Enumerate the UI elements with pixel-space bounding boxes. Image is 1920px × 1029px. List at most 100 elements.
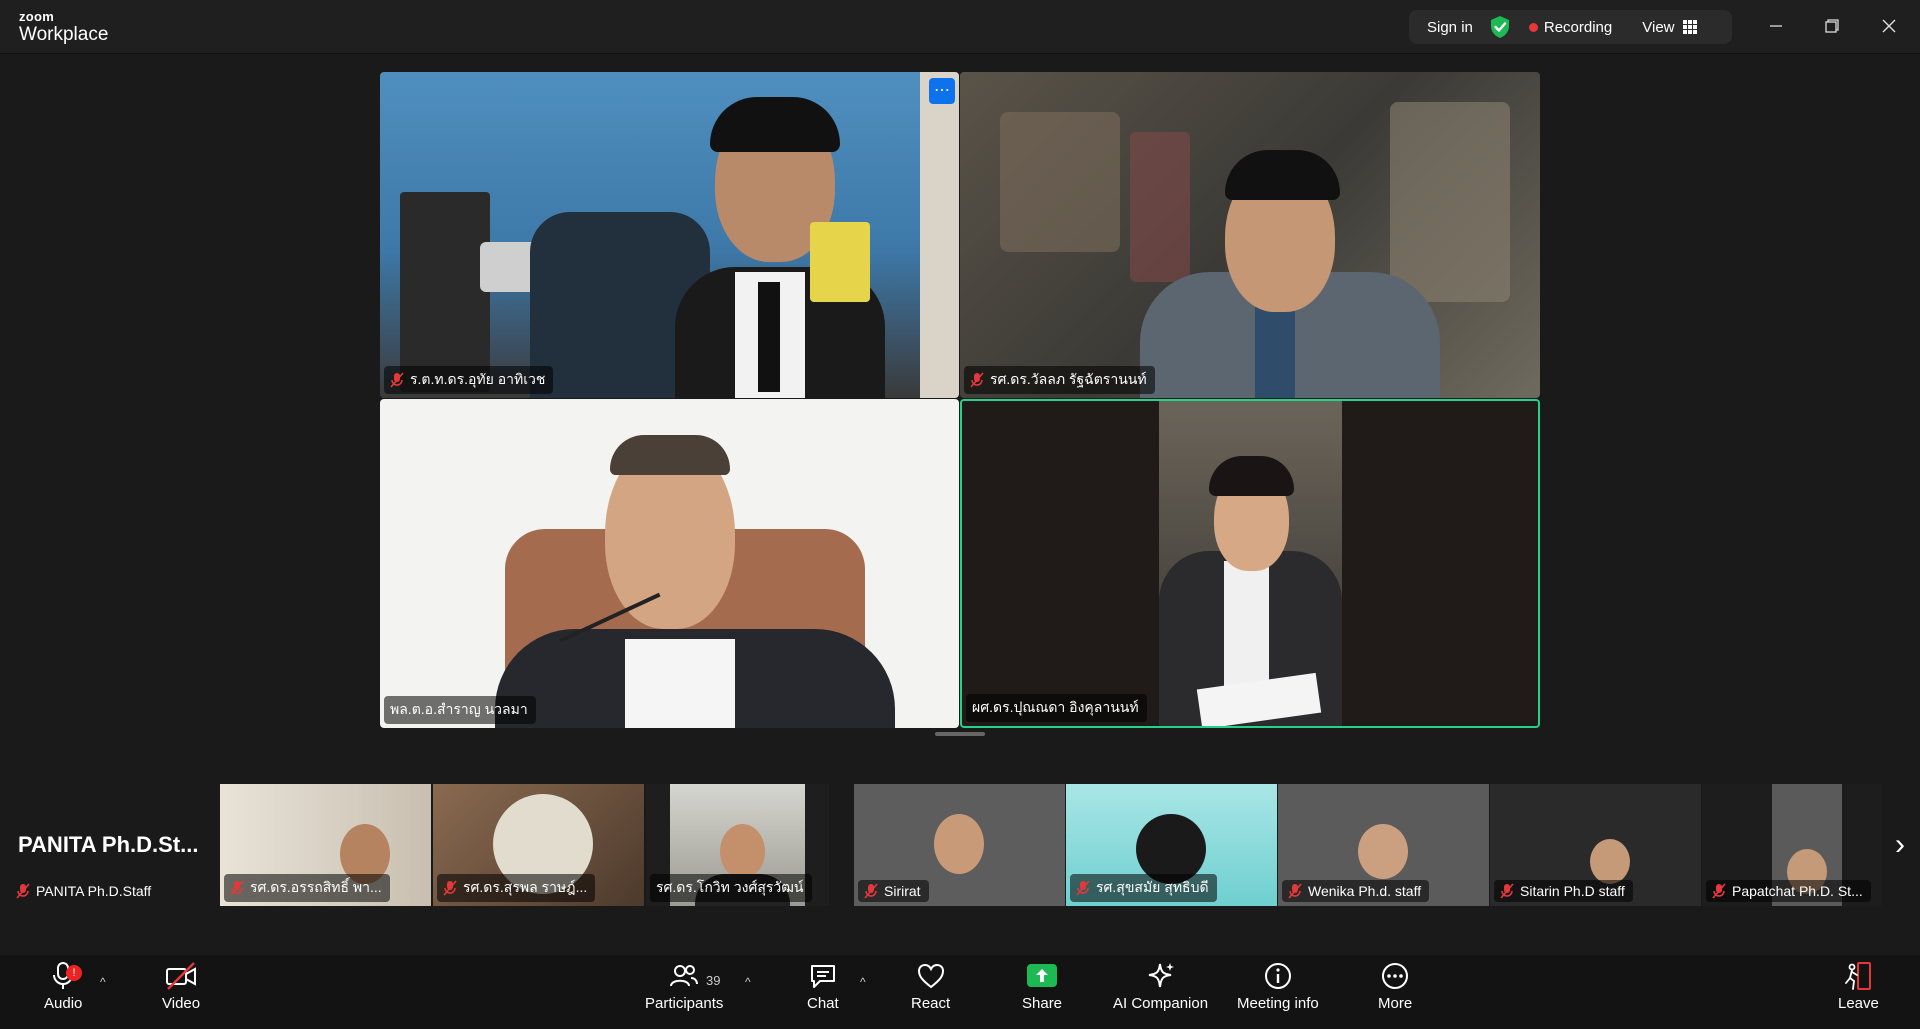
participant-name-chip: Papatchat Ph.D. St... bbox=[1706, 880, 1871, 902]
share-button[interactable]: Share bbox=[1022, 961, 1062, 1012]
chat-icon bbox=[810, 965, 835, 988]
participant-thumbnail[interactable]: Papatchat Ph.D. St... bbox=[1702, 784, 1882, 906]
participant-video bbox=[380, 72, 959, 398]
audio-alert-badge: ! bbox=[66, 965, 82, 981]
participant-video bbox=[1358, 824, 1408, 879]
video-label: Video bbox=[162, 995, 201, 1012]
audio-options-chevron-icon[interactable]: ^ bbox=[100, 975, 106, 989]
zoom-workplace-logo: zoom Workplace bbox=[19, 10, 108, 44]
muted-mic-icon bbox=[1712, 883, 1726, 899]
participant-name-chip: รศ.ดร.สุรพล ราษฎ์... bbox=[437, 874, 596, 902]
close-icon[interactable] bbox=[1875, 12, 1903, 40]
next-page-chevron-icon[interactable]: › bbox=[1888, 828, 1912, 862]
participant-video bbox=[1159, 401, 1342, 726]
view-button[interactable]: View bbox=[1642, 18, 1697, 36]
minimize-icon[interactable] bbox=[1762, 12, 1790, 40]
recording-label: Recording bbox=[1543, 18, 1613, 36]
muted-mic-icon bbox=[230, 880, 244, 896]
participant-name-chip: Sirirat bbox=[858, 880, 929, 902]
participant-name: Papatchat Ph.D. St... bbox=[1732, 883, 1863, 899]
more-options-icon[interactable]: ⋯ bbox=[929, 78, 955, 104]
sparkle-icon bbox=[1148, 963, 1174, 988]
video-button[interactable]: Video bbox=[162, 961, 200, 1012]
participant-name-chip: พล.ต.อ.สำราญ นวลมา bbox=[384, 696, 536, 724]
participant-video bbox=[1590, 839, 1630, 884]
muted-mic-icon bbox=[1288, 883, 1302, 899]
chat-options-chevron-icon[interactable]: ^ bbox=[860, 975, 866, 989]
participant-name-chip: ผศ.ดร.ปุณณดา อิงคุลานนท์ bbox=[966, 694, 1147, 722]
view-label: View bbox=[1642, 18, 1675, 36]
share-screen-icon bbox=[1027, 964, 1058, 987]
participant-thumbnail[interactable]: รศ.สุขสมัย สุทธิบดี bbox=[1066, 784, 1277, 906]
participant-name: ผศ.ดร.ปุณณดา อิงคุลานนท์ bbox=[972, 699, 1139, 715]
sign-in-button[interactable]: Sign in bbox=[1427, 19, 1473, 36]
muted-mic-icon bbox=[443, 880, 457, 896]
participant-thumbnail[interactable]: Sirirat bbox=[854, 784, 1065, 906]
leave-door-icon bbox=[1845, 962, 1872, 990]
participant-thumbnail[interactable]: Sitarin Ph.D staff bbox=[1490, 784, 1701, 906]
participant-name-chip: รศ.ดร.โกวิท วงศ์สุรวัฒน์ bbox=[650, 874, 812, 902]
self-view-card[interactable]: PANITA Ph.D.St... PANITA Ph.D.Staff bbox=[0, 784, 218, 906]
ai-companion-button[interactable]: AI Companion bbox=[1113, 961, 1208, 1012]
video-tile[interactable]: รศ.ดร.วัลลภ รัฐฉัตรานนท์ bbox=[960, 72, 1540, 398]
participant-name: รศ.ดร.วัลลภ รัฐฉัตรานนท์ bbox=[990, 371, 1147, 387]
ai-companion-label: AI Companion bbox=[1113, 995, 1209, 1012]
leave-label: Leave bbox=[1838, 995, 1879, 1012]
muted-mic-icon bbox=[1076, 880, 1090, 896]
participant-name: รศ.ดร.อรรถสิทธิ์ พา... bbox=[250, 879, 382, 895]
participants-count: 39 bbox=[706, 973, 721, 988]
participant-name-chip: ร.ต.ท.ดร.อุทัย อาทิเวช bbox=[384, 366, 554, 394]
participant-video bbox=[934, 814, 984, 874]
resize-handle[interactable] bbox=[935, 732, 985, 736]
share-label: Share bbox=[1022, 995, 1063, 1012]
more-label: More bbox=[1378, 995, 1413, 1012]
meeting-stage: ⋯ ร.ต.ท.ดร.อุทัย อาทิเวช รศ.ดร.วัลลภ รัฐ… bbox=[0, 55, 1920, 955]
muted-mic-icon bbox=[1500, 883, 1514, 899]
participant-strip: PANITA Ph.D.St... PANITA Ph.D.Staff รศ.ด… bbox=[0, 784, 1920, 906]
participant-name: รศ.สุขสมัย สุทธิบดี bbox=[1096, 879, 1209, 895]
participant-name: ร.ต.ท.ดร.อุทัย อาทิเวช bbox=[410, 371, 546, 387]
meeting-info-button[interactable]: Meeting info bbox=[1237, 961, 1319, 1012]
participants-options-chevron-icon[interactable]: ^ bbox=[745, 975, 751, 989]
participant-name-chip: Wenika Ph.d. staff bbox=[1282, 880, 1430, 902]
participants-label: Participants bbox=[645, 995, 724, 1012]
react-button[interactable]: React bbox=[911, 961, 950, 1012]
restore-icon[interactable] bbox=[1818, 12, 1846, 40]
chat-label: Chat bbox=[807, 995, 839, 1012]
participant-name: Wenika Ph.d. staff bbox=[1308, 883, 1422, 899]
muted-mic-icon bbox=[16, 883, 30, 899]
video-tile-active-speaker[interactable]: ผศ.ดร.ปุณณดา อิงคุลานนท์ bbox=[960, 399, 1540, 728]
leave-button[interactable]: Leave bbox=[1838, 961, 1879, 1012]
participant-name: พล.ต.อ.สำราญ นวลมา bbox=[390, 701, 528, 717]
participant-name-chip: PANITA Ph.D.Staff bbox=[10, 880, 159, 902]
participant-name: PANITA Ph.D.Staff bbox=[36, 883, 152, 899]
info-icon bbox=[1264, 963, 1291, 989]
more-dots-icon bbox=[1382, 963, 1409, 989]
security-shield-icon[interactable] bbox=[1489, 15, 1511, 39]
participant-thumbnail[interactable]: รศ.ดร.อรรถสิทธิ์ พา... bbox=[220, 784, 431, 906]
logo-workplace-text: Workplace bbox=[19, 24, 109, 45]
participant-name: Sirirat bbox=[884, 883, 921, 899]
heart-icon bbox=[917, 963, 944, 989]
react-label: React bbox=[911, 995, 951, 1012]
participant-name-chip: Sitarin Ph.D staff bbox=[1494, 880, 1633, 902]
chat-button[interactable]: Chat bbox=[807, 961, 839, 1012]
participants-icon bbox=[670, 965, 699, 987]
participant-name: รศ.ดร.สุรพล ราษฎ์... bbox=[463, 879, 588, 895]
meeting-toolbar: Audio ! ^ Video Participants 39 ^ Chat ^ bbox=[0, 955, 1920, 1029]
title-bar: zoom Workplace Sign in Recording View bbox=[0, 0, 1920, 54]
participant-thumbnail[interactable]: รศ.ดร.โกวิท วงศ์สุรวัฒน์ bbox=[646, 784, 829, 906]
self-big-name: PANITA Ph.D.St... bbox=[18, 832, 199, 857]
more-button[interactable]: More bbox=[1378, 961, 1412, 1012]
participant-name: Sitarin Ph.D staff bbox=[1520, 883, 1625, 899]
participant-thumbnail[interactable]: Wenika Ph.d. staff bbox=[1278, 784, 1489, 906]
participant-thumbnail[interactable]: รศ.ดร.สุรพล ราษฎ์... bbox=[433, 784, 644, 906]
video-tile[interactable]: พล.ต.อ.สำราญ นวลมา bbox=[380, 399, 959, 728]
muted-mic-icon bbox=[970, 372, 984, 388]
video-tile[interactable]: ⋯ ร.ต.ท.ดร.อุทัย อาทิเวช bbox=[380, 72, 959, 398]
recording-indicator[interactable]: Recording bbox=[1528, 18, 1613, 36]
participant-name-chip: รศ.ดร.วัลลภ รัฐฉัตรานนท์ bbox=[964, 366, 1155, 394]
participant-name-chip: รศ.ดร.อรรถสิทธิ์ พา... bbox=[224, 874, 390, 902]
participant-video bbox=[960, 72, 1540, 398]
meeting-info-label: Meeting info bbox=[1237, 995, 1319, 1012]
